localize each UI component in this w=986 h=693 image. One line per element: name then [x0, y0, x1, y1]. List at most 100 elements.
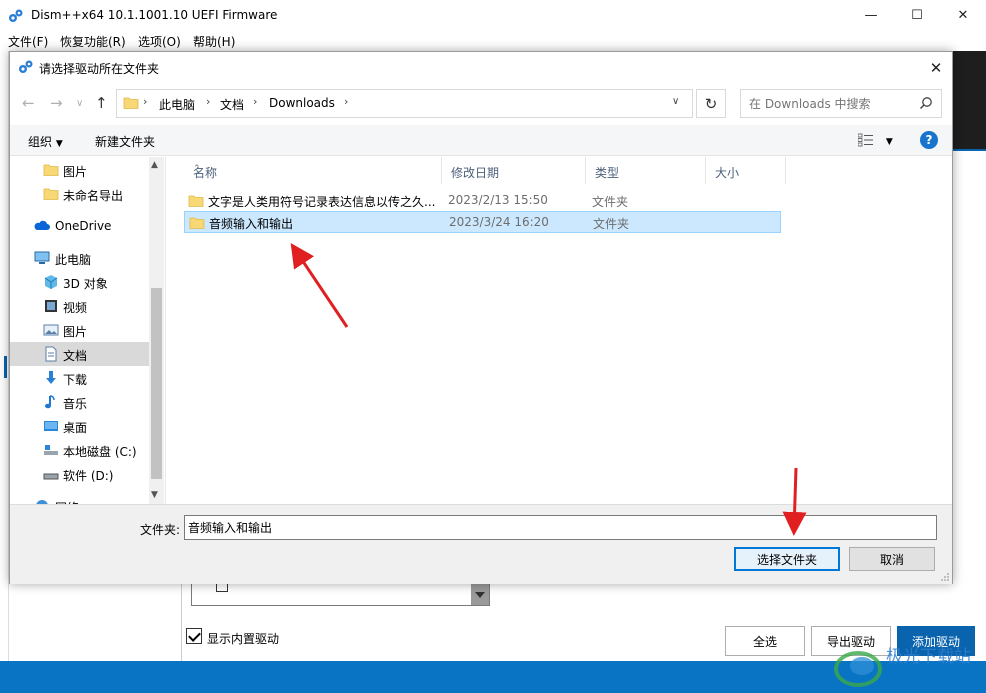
- navigation-pane: 图片 未命名导出 OneDrive 此电脑 3D 对象 视频 图片 文档 下载 …: [10, 157, 164, 504]
- file-row[interactable]: 音频输入和输出 2023/3/24 16:20 文件夹: [184, 211, 781, 233]
- folder-icon: [189, 217, 205, 229]
- nav-item-downloads[interactable]: 下载: [10, 366, 149, 390]
- video-icon: [45, 300, 57, 312]
- scrollbar-thumb[interactable]: [151, 288, 162, 479]
- minimize-button[interactable]: —: [848, 0, 894, 31]
- nav-item-label: OneDrive: [55, 219, 112, 233]
- address-dropdown-chevron-icon[interactable]: ∨: [672, 96, 679, 107]
- drive-icon: [43, 473, 59, 480]
- main-window-title: Dism++x64 10.1.1001.10 UEFI Firmware: [31, 8, 278, 22]
- breadcrumb-this-pc[interactable]: 此电脑: [159, 96, 195, 113]
- search-box[interactable]: [740, 89, 942, 118]
- help-button[interactable]: ?: [920, 131, 938, 149]
- resize-grip-icon[interactable]: [940, 572, 950, 582]
- file-type: 文件夹: [593, 217, 630, 231]
- nav-item-unnamed-export[interactable]: 未命名导出: [10, 182, 149, 206]
- forward-arrow-icon[interactable]: →: [50, 94, 63, 112]
- nav-item-desktop[interactable]: 桌面: [10, 414, 149, 438]
- select-folder-button[interactable]: 选择文件夹: [734, 547, 840, 571]
- column-header-type[interactable]: 类型: [586, 157, 706, 184]
- nav-item-local-disk-c[interactable]: 本地磁盘 (C:): [10, 438, 149, 462]
- breadcrumb-separator-icon[interactable]: ›: [206, 95, 210, 108]
- up-arrow-icon[interactable]: ↑: [95, 94, 108, 112]
- file-name: 文字是人类用符号记录表达信息以传之久...: [208, 195, 436, 209]
- file-name: 音频输入和输出: [209, 217, 294, 231]
- nav-item-pictures-folder[interactable]: 图片: [10, 158, 149, 182]
- dialog-titlebar: 请选择驱动所在文件夹 ✕: [10, 52, 952, 83]
- search-icon: [919, 97, 932, 110]
- breadcrumb-documents[interactable]: 文档: [220, 96, 244, 113]
- close-button[interactable]: ✕: [940, 0, 986, 31]
- menu-restore[interactable]: 恢复功能(R): [60, 33, 126, 50]
- dialog-bottom-pane: 文件夹: 选择文件夹 取消: [10, 504, 952, 584]
- breadcrumb-separator-icon[interactable]: ›: [143, 95, 147, 108]
- scroll-down-icon[interactable]: ▼: [151, 490, 158, 500]
- nav-item-label: 本地磁盘 (C:): [63, 445, 137, 459]
- nav-item-videos[interactable]: 视频: [10, 294, 149, 318]
- organize-label: 组织: [28, 135, 53, 149]
- address-bar[interactable]: › 此电脑 › 文档 › Downloads › ∨: [116, 89, 693, 118]
- breadcrumb-downloads[interactable]: Downloads: [269, 96, 335, 110]
- refresh-button[interactable]: ↻: [696, 89, 726, 118]
- dropdown-caret-icon: ▼: [885, 137, 893, 147]
- add-driver-button[interactable]: 添加驱动: [897, 626, 975, 656]
- document-icon: [45, 346, 57, 362]
- nav-item-pictures[interactable]: 图片: [10, 318, 149, 342]
- cancel-button[interactable]: 取消: [849, 547, 935, 571]
- search-input[interactable]: [741, 90, 911, 117]
- nav-item-software-d[interactable]: 软件 (D:): [10, 462, 149, 486]
- recent-locations-chevron-icon[interactable]: ∨: [76, 98, 83, 109]
- maximize-button[interactable]: ☐: [894, 0, 940, 31]
- dialog-close-button[interactable]: ✕: [920, 52, 952, 83]
- navigation-row: ← → ∨ ↑ › 此电脑 › 文档 › Downloads › ∨ ↻: [10, 86, 952, 120]
- nav-item-onedrive[interactable]: OneDrive: [10, 214, 149, 238]
- main-right-panel: [953, 149, 986, 661]
- folder-icon: [43, 164, 59, 176]
- nav-item-music[interactable]: 音乐: [10, 390, 149, 414]
- column-header-size[interactable]: 大小: [706, 157, 786, 184]
- gear-icon: [9, 9, 23, 22]
- file-type: 文件夹: [592, 195, 629, 209]
- column-header-name[interactable]: 名称 ⌃: [184, 157, 442, 184]
- view-options-button[interactable]: ▼: [857, 133, 893, 150]
- column-header-label: 修改日期: [451, 166, 500, 180]
- breadcrumb-separator-icon[interactable]: ›: [344, 95, 348, 108]
- select-all-button[interactable]: 全选: [725, 626, 805, 656]
- nav-item-label: 未命名导出: [63, 189, 124, 203]
- folder-label: 文件夹:: [140, 523, 181, 537]
- back-arrow-icon[interactable]: ←: [22, 94, 35, 112]
- nav-item-label: 图片: [63, 325, 88, 339]
- show-builtin-drivers-checkbox[interactable]: [186, 628, 202, 644]
- nav-item-3d-objects[interactable]: 3D 对象: [10, 270, 149, 294]
- picture-icon: [43, 324, 59, 336]
- scroll-up-icon[interactable]: ▲: [151, 160, 158, 170]
- show-builtin-drivers-label: 显示内置驱动: [207, 632, 280, 646]
- folder-name-input[interactable]: [184, 515, 937, 540]
- breadcrumb-separator-icon[interactable]: ›: [253, 95, 257, 108]
- folder-icon: [188, 195, 204, 207]
- column-header-label: 大小: [715, 166, 740, 180]
- nav-item-label: 此电脑: [55, 253, 92, 267]
- computer-icon: [34, 251, 50, 264]
- menu-options[interactable]: 选项(O): [138, 33, 181, 50]
- help-icon: ?: [925, 133, 933, 147]
- select-folder-dialog: 请选择驱动所在文件夹 ✕ ← → ∨ ↑ › 此电脑 › 文档 › Downlo…: [9, 51, 953, 584]
- nav-item-documents[interactable]: 文档: [10, 342, 149, 366]
- cube-icon: [44, 275, 58, 289]
- organize-menu[interactable]: 组织 ▼: [28, 133, 63, 150]
- main-divider: [181, 584, 182, 661]
- nav-item-this-pc[interactable]: 此电脑: [10, 246, 149, 270]
- minimize-icon: —: [864, 8, 878, 23]
- nav-item-label: 3D 对象: [63, 277, 108, 291]
- menu-file[interactable]: 文件(F): [8, 33, 48, 50]
- column-header-modified[interactable]: 修改日期: [442, 157, 586, 184]
- refresh-icon: ↻: [704, 94, 718, 113]
- new-folder-button[interactable]: 新建文件夹: [95, 133, 155, 150]
- nav-item-network[interactable]: 网络: [10, 494, 149, 504]
- navigation-scrollbar[interactable]: ▲ ▼: [149, 157, 164, 504]
- file-row[interactable]: 文字是人类用符号记录表达信息以传之久... 2023/2/13 15:50 文件…: [184, 190, 781, 212]
- file-modified: 2023/2/13 15:50: [448, 193, 548, 207]
- menu-help[interactable]: 帮助(H): [193, 33, 235, 50]
- export-driver-button[interactable]: 导出驱动: [811, 626, 891, 656]
- sort-ascending-icon: ⌃: [193, 164, 201, 174]
